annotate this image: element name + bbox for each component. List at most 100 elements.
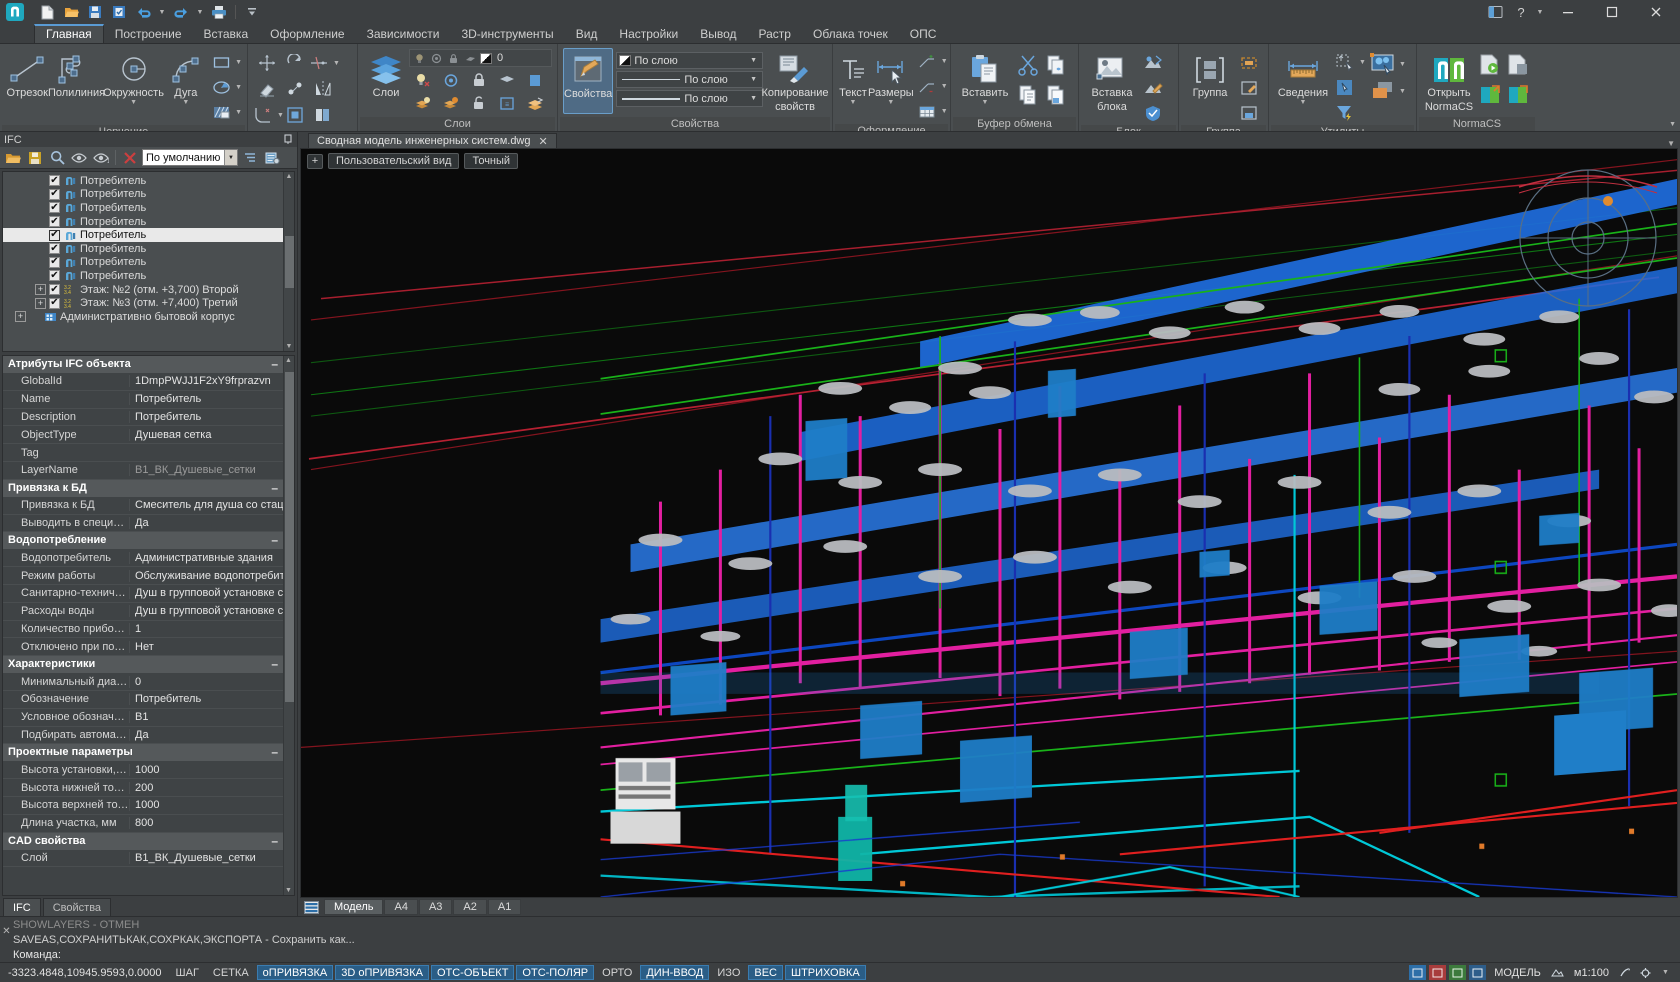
- tree-checkbox[interactable]: [49, 175, 60, 187]
- settings-icon[interactable]: [262, 148, 282, 167]
- property-row[interactable]: Высота установки, мм 1000: [3, 761, 283, 780]
- model-space-label[interactable]: МОДЕЛЬ: [1489, 967, 1546, 979]
- save-ifc-icon[interactable]: [25, 148, 45, 167]
- ifc-tree-row[interactable]: Потребитель: [3, 228, 283, 242]
- property-row[interactable]: Name Потребитель: [3, 391, 283, 409]
- lock-ui-icon[interactable]: [1617, 965, 1634, 980]
- ellipse-caret-icon[interactable]: ▼: [235, 84, 242, 91]
- redo-caret-icon[interactable]: ▼: [194, 2, 206, 22]
- close-button[interactable]: [1634, 0, 1678, 24]
- property-value[interactable]: Потребитель: [129, 410, 283, 423]
- ifc-properties-scrollbar[interactable]: ▲ ▼: [283, 356, 294, 895]
- tree-scroll-down-icon[interactable]: ▼: [286, 343, 293, 350]
- props-scroll-down-icon[interactable]: ▼: [285, 887, 292, 894]
- match-properties-button[interactable]: Копирование свойств: [761, 48, 829, 113]
- props-scroll-up-icon[interactable]: ▲: [285, 357, 292, 364]
- hatch-icon[interactable]: [208, 100, 234, 125]
- scale-block-icon[interactable]: [282, 103, 308, 128]
- copy-icon[interactable]: [1015, 83, 1041, 108]
- create-block-icon[interactable]: [1140, 50, 1166, 75]
- property-value[interactable]: Административные здания: [129, 551, 283, 564]
- ribbon-tab-view[interactable]: Вид: [565, 25, 609, 44]
- tree-expander-icon[interactable]: +: [15, 311, 26, 323]
- arc-caret-icon[interactable]: ▼: [182, 99, 189, 106]
- property-value[interactable]: В1_ВК_Душевые_сетки: [129, 851, 283, 864]
- document-tab[interactable]: Сводная модель инженерных систем.dwg ✕: [308, 133, 557, 148]
- property-row[interactable]: Высота нижней точки,…200: [3, 779, 283, 797]
- property-row[interactable]: Слой В1_ВК_Душевые_сетки: [3, 850, 283, 868]
- ribbon-tab-output[interactable]: Вывод: [689, 25, 747, 44]
- layer-state-icon[interactable]: [522, 68, 548, 93]
- rotate-icon[interactable]: [282, 51, 308, 76]
- view-name-label[interactable]: Пользовательский вид: [328, 153, 460, 169]
- save-check-icon[interactable]: [108, 2, 130, 22]
- ribbon-tab-constraints[interactable]: Зависимости: [356, 25, 451, 44]
- properties-button[interactable]: Свойства: [563, 48, 614, 114]
- circle-button[interactable]: Окружность ▼: [103, 48, 164, 106]
- leader-remove-caret-icon[interactable]: ▼: [941, 83, 948, 90]
- ifc-config-combo[interactable]: По умолчанию ▼: [142, 149, 238, 166]
- linetype-combo-caret-icon[interactable]: ▼: [747, 76, 760, 83]
- property-row[interactable]: Отключено при пожаре Нет: [3, 638, 283, 657]
- group-button[interactable]: Группа: [1184, 48, 1236, 99]
- isolate-objects-icon[interactable]: [1368, 50, 1398, 78]
- edit-block-icon[interactable]: [1140, 75, 1166, 100]
- print-icon[interactable]: [208, 2, 230, 22]
- find-icon[interactable]: [47, 148, 67, 167]
- group-manager-icon[interactable]: [1236, 100, 1262, 125]
- layout-tab-model[interactable]: Модель: [324, 899, 384, 915]
- text-button[interactable]: Текст ▼: [838, 48, 868, 106]
- color-swatch-icon[interactable]: [480, 52, 492, 64]
- property-row[interactable]: Количество приборов 1: [3, 621, 283, 639]
- ifc-config-caret-icon[interactable]: ▼: [224, 150, 237, 165]
- ifc-tree-row[interactable]: + Административно бытовой корпус: [3, 310, 283, 324]
- minimize-button[interactable]: [1546, 0, 1590, 24]
- filter-icon[interactable]: [1332, 100, 1358, 125]
- ribbon-tab-point-clouds[interactable]: Облака точек: [802, 25, 899, 44]
- paste-button[interactable]: Вставить ▼: [956, 48, 1014, 106]
- trim-icon[interactable]: [306, 51, 332, 76]
- ifc-tree-row[interactable]: Потребитель: [3, 242, 283, 256]
- insert-block-button[interactable]: Вставка блока: [1084, 48, 1140, 113]
- ribbon-tab-annotation[interactable]: Оформление: [259, 25, 355, 44]
- property-value[interactable]: Смеситель для душа со стаци: [129, 499, 283, 512]
- ellipse-icon[interactable]: [208, 75, 234, 100]
- status-toggle-hatch[interactable]: ШТРИХОВКА: [785, 965, 866, 980]
- tree-expander-icon[interactable]: +: [35, 297, 46, 309]
- layout-tab-a4[interactable]: A4: [384, 899, 418, 915]
- document-tab-scroll-icon[interactable]: ▼: [1662, 139, 1680, 148]
- linetype-combo[interactable]: По слою ▼: [616, 71, 763, 88]
- property-value[interactable]: Обслуживание водопотребите: [129, 569, 283, 582]
- copy-link-icon[interactable]: [1043, 53, 1069, 78]
- quick-select-icon[interactable]: [1332, 50, 1358, 75]
- property-value[interactable]: 1000: [129, 763, 283, 776]
- text-caret-icon[interactable]: ▼: [850, 99, 857, 106]
- tree-expander-icon[interactable]: +: [35, 284, 46, 296]
- help-caret-icon[interactable]: ▼: [1534, 1, 1546, 23]
- property-row[interactable]: Длина участка, мм 800: [3, 815, 283, 833]
- property-row[interactable]: Санитарно-техническ…Душ в групповой уста…: [3, 585, 283, 603]
- maximize-button[interactable]: [1590, 0, 1634, 24]
- property-value[interactable]: Душ в групповой установке со: [129, 605, 283, 618]
- property-value[interactable]: Да: [129, 728, 283, 741]
- status-toggle-iso[interactable]: ИЗО: [711, 965, 746, 980]
- layer-freeze-icon[interactable]: [438, 68, 464, 93]
- edit-group-icon[interactable]: [1236, 75, 1262, 100]
- ifc-tree-row[interactable]: +3.23.4Этаж: №3 (отм. +7,400) Третий: [3, 296, 283, 310]
- property-row[interactable]: Режим работы Обслуживание водопотребите: [3, 567, 283, 585]
- status-toggle-ortho[interactable]: ОРТО: [596, 965, 638, 980]
- block-attribute-icon[interactable]: [1140, 100, 1166, 125]
- normacs-check-icon[interactable]: [1505, 83, 1531, 108]
- layout-manager-icon[interactable]: [302, 900, 320, 915]
- cut-icon[interactable]: [1015, 53, 1041, 78]
- ribbon-tab-construction[interactable]: Построение: [104, 25, 193, 44]
- property-row[interactable]: GlobalId 1DmpPWJJ1F2xY9frprazvn: [3, 373, 283, 391]
- show-only-icon[interactable]: 1: [91, 148, 111, 167]
- open-ifc-icon[interactable]: [3, 148, 23, 167]
- customize-icon[interactable]: [1637, 965, 1654, 980]
- qat-more-icon[interactable]: [241, 2, 263, 22]
- tree-checkbox[interactable]: [49, 256, 60, 268]
- view-navigation-widget[interactable]: [1513, 163, 1663, 313]
- copy-object-icon[interactable]: [282, 77, 308, 102]
- property-group-collapse-icon[interactable]: –: [271, 534, 278, 546]
